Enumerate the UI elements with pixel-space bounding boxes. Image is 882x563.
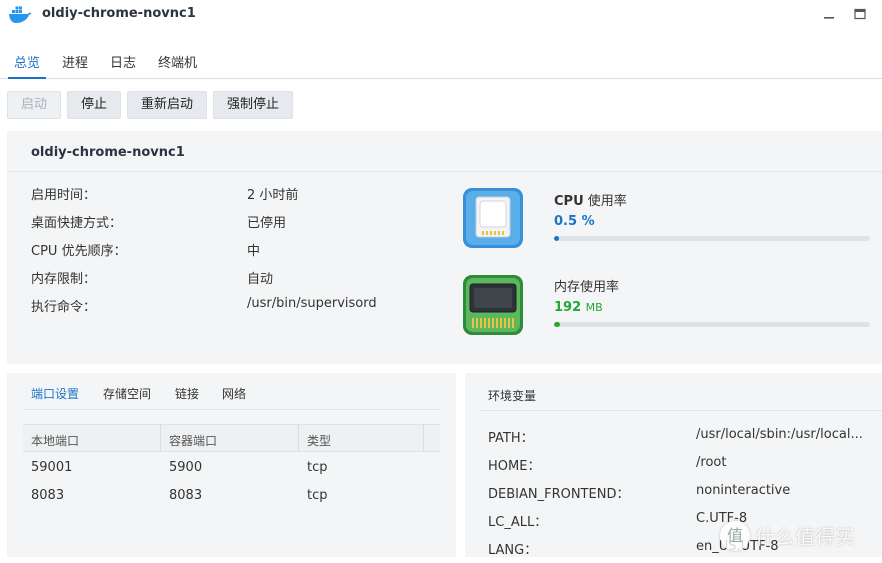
watermark-logo: 值 <box>720 521 750 551</box>
tab-processes[interactable]: 进程 <box>62 52 88 71</box>
watermark-text: 什么值得买 <box>755 525 855 549</box>
cell-local-port: 59001 <box>31 460 73 475</box>
port-table-header: 本地端口 容器端口 类型 <box>23 424 440 452</box>
active-tab-indicator <box>8 77 46 79</box>
cpu-usage-bar-fill <box>554 236 559 241</box>
overview-divider <box>7 171 882 172</box>
stop-button[interactable]: 停止 <box>67 91 121 119</box>
column-header-container-port[interactable]: 容器端口 <box>169 432 217 449</box>
tab-network[interactable]: 网络 <box>222 385 246 402</box>
env-key: LC_ALL： <box>488 515 548 530</box>
column-separator <box>160 425 161 451</box>
window-title: oldiy-chrome-novnc1 <box>42 6 196 21</box>
info-label-memory-limit: 内存限制： <box>31 272 97 287</box>
info-label-shortcut: 桌面快捷方式： <box>31 216 123 231</box>
tab-logs[interactable]: 日志 <box>110 52 136 71</box>
env-divider <box>479 410 882 411</box>
memory-usage-bar-fill <box>554 322 560 327</box>
env-key: DEBIAN_FRONTEND： <box>488 487 630 502</box>
settings-tabs-divider <box>23 409 440 410</box>
info-value-memory-limit: 自动 <box>247 272 274 287</box>
restart-button[interactable]: 重新启动 <box>127 91 207 119</box>
env-value: noninteractive <box>696 483 791 498</box>
column-separator <box>298 425 299 451</box>
tab-port-settings[interactable]: 端口设置 <box>31 385 79 402</box>
memory-usage-label: 内存使用率 <box>554 280 620 295</box>
memory-chip-icon <box>463 275 523 335</box>
docker-whale-icon <box>9 6 32 23</box>
tab-storage[interactable]: 存储空间 <box>103 385 151 402</box>
container-name: oldiy-chrome-novnc1 <box>31 145 185 160</box>
env-value: /usr/local/sbin:/usr/local... <box>696 427 863 442</box>
info-value-cpu-priority: 中 <box>247 244 261 259</box>
cell-container-port: 5900 <box>169 460 203 475</box>
column-separator <box>423 425 424 451</box>
overview-panel <box>7 131 882 364</box>
cpu-usage-value: 0.5 % <box>554 214 595 229</box>
env-title: 环境变量 <box>488 389 537 403</box>
cpu-usage-bar <box>554 236 870 241</box>
column-header-local-port[interactable]: 本地端口 <box>31 432 79 449</box>
tab-overview[interactable]: 总览 <box>14 52 40 71</box>
cell-local-port: 8083 <box>31 488 65 503</box>
info-label-command: 执行命令： <box>31 300 97 315</box>
env-value: /root <box>696 455 727 470</box>
info-value-shortcut: 已停用 <box>247 216 287 231</box>
env-key: HOME： <box>488 459 541 474</box>
column-header-type[interactable]: 类型 <box>307 432 331 449</box>
env-key: PATH： <box>488 431 534 446</box>
maximize-icon[interactable] <box>853 7 867 21</box>
info-label-cpu-priority: CPU 优先顺序： <box>31 244 127 259</box>
main-tabs: 总览 进程 日志 终端机 <box>0 44 882 79</box>
cell-type: tcp <box>307 488 328 503</box>
tab-terminal[interactable]: 终端机 <box>158 52 197 71</box>
minimize-icon[interactable] <box>822 7 836 21</box>
cpu-usage-label: CPU 使用率 <box>554 194 627 209</box>
window-titlebar: oldiy-chrome-novnc1 <box>0 0 882 30</box>
memory-usage-bar <box>554 322 870 327</box>
memory-usage-value: 192 MB <box>554 300 603 315</box>
tab-links[interactable]: 链接 <box>175 385 199 402</box>
env-key: LANG： <box>488 543 538 558</box>
info-label-uptime: 启用时间： <box>31 188 97 203</box>
start-button[interactable]: 启动 <box>7 91 61 119</box>
info-value-uptime: 2 小时前 <box>247 188 299 203</box>
info-value-command: /usr/bin/supervisord <box>247 296 377 311</box>
cpu-chip-icon <box>463 188 523 248</box>
force-stop-button[interactable]: 强制停止 <box>213 91 293 119</box>
cell-type: tcp <box>307 460 328 475</box>
cell-container-port: 8083 <box>169 488 203 503</box>
